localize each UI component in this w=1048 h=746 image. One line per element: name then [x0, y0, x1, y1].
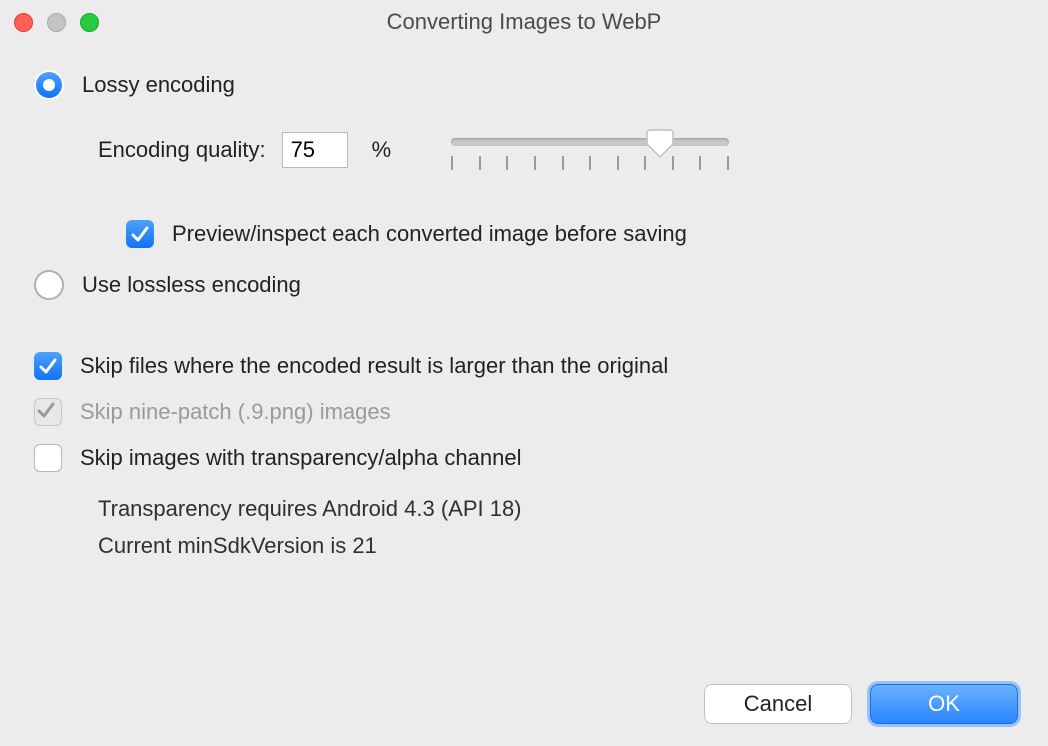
skip-alpha-label: Skip images with transparency/alpha chan… — [80, 445, 521, 471]
preview-label: Preview/inspect each converted image bef… — [172, 221, 687, 247]
lossless-encoding-label: Use lossless encoding — [82, 272, 301, 298]
slider-track — [451, 138, 729, 146]
ok-button-label: OK — [928, 691, 960, 717]
slider-ticks — [451, 156, 729, 170]
lossy-encoding-radio[interactable] — [34, 70, 64, 100]
preview-checkbox[interactable] — [126, 220, 154, 248]
transparency-note-2: Current minSdkVersion is 21 — [98, 527, 1014, 564]
encoding-quality-input[interactable] — [282, 132, 348, 168]
titlebar: Converting Images to WebP — [0, 0, 1048, 44]
window-title: Converting Images to WebP — [0, 9, 1048, 35]
skip-ninepatch-checkbox — [34, 398, 62, 426]
encoding-quality-label: Encoding quality: — [98, 137, 266, 163]
zoom-window-icon[interactable] — [80, 13, 99, 32]
skip-larger-checkbox[interactable] — [34, 352, 62, 380]
close-window-icon[interactable] — [14, 13, 33, 32]
ok-button[interactable]: OK — [870, 684, 1018, 724]
cancel-button-label: Cancel — [744, 691, 812, 717]
encoding-quality-unit: % — [372, 137, 392, 163]
slider-thumb[interactable] — [646, 128, 674, 158]
window-controls — [14, 13, 99, 32]
skip-alpha-checkbox[interactable] — [34, 444, 62, 472]
cancel-button[interactable]: Cancel — [704, 684, 852, 724]
skip-larger-label: Skip files where the encoded result is l… — [80, 353, 668, 379]
encoding-quality-row: Encoding quality: % — [98, 130, 1014, 170]
minimize-window-icon — [47, 13, 66, 32]
lossy-encoding-label: Lossy encoding — [82, 72, 235, 98]
lossless-encoding-radio[interactable] — [34, 270, 64, 300]
dialog-content: Lossy encoding Encoding quality: % Previ… — [0, 44, 1048, 565]
skip-ninepatch-label: Skip nine-patch (.9.png) images — [80, 399, 391, 425]
encoding-quality-slider[interactable] — [451, 130, 729, 170]
dialog-footer: Cancel OK — [704, 684, 1018, 724]
transparency-note-1: Transparency requires Android 4.3 (API 1… — [98, 490, 1014, 527]
